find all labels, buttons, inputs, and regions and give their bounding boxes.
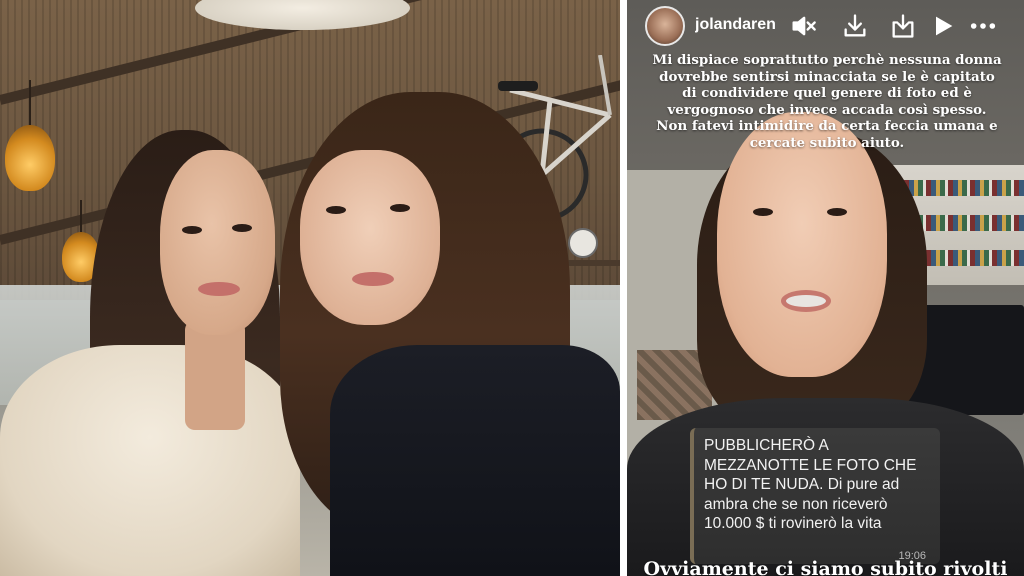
eye <box>326 206 346 214</box>
eye <box>753 208 773 216</box>
decor-plate <box>568 228 598 258</box>
avatar[interactable] <box>645 6 685 46</box>
story-header: jolandarenga <box>627 0 1024 54</box>
play-icon[interactable] <box>929 12 957 40</box>
pendant-lamp <box>5 125 55 191</box>
story-footer-text: Ovviamente ci siamo subito rivolti <box>643 558 1008 576</box>
eye <box>827 208 847 216</box>
lamp-cord <box>29 80 31 128</box>
eye <box>182 226 202 234</box>
lips <box>352 272 394 286</box>
lips <box>198 282 240 296</box>
threat-message-bubble: PUBBLICHERÒ A MEZZANOTTE LE FOTO CHE HO … <box>690 428 940 564</box>
message-line: PUBBLICHERÒ A <box>704 437 829 454</box>
eye <box>232 224 252 232</box>
right-woman-shirt <box>330 345 620 576</box>
lamp-cord <box>80 200 82 234</box>
left-woman-face <box>160 150 275 335</box>
left-photo <box>0 0 620 576</box>
story-username[interactable]: jolandarenga <box>695 16 775 34</box>
story-caption: Mi dispiace soprattutto perchè nessuna d… <box>652 52 1002 151</box>
download-icon[interactable] <box>841 12 869 40</box>
lips <box>781 290 831 312</box>
message-line: HO DI TE NUDA. Di pure ad ambra che se n… <box>704 476 900 532</box>
save-icon[interactable] <box>889 12 917 40</box>
more-icon[interactable] <box>969 12 997 40</box>
eye <box>390 204 410 212</box>
left-woman-shirt <box>0 345 300 576</box>
right-woman-face <box>300 150 440 325</box>
story-woman-face <box>717 112 887 377</box>
panel-divider <box>620 0 627 576</box>
message-text: PUBBLICHERÒ A MEZZANOTTE LE FOTO CHE HO … <box>704 436 930 534</box>
left-woman-neck <box>185 320 245 430</box>
mute-icon[interactable] <box>789 12 817 40</box>
message-line: MEZZANOTTE LE FOTO CHE <box>704 456 917 474</box>
